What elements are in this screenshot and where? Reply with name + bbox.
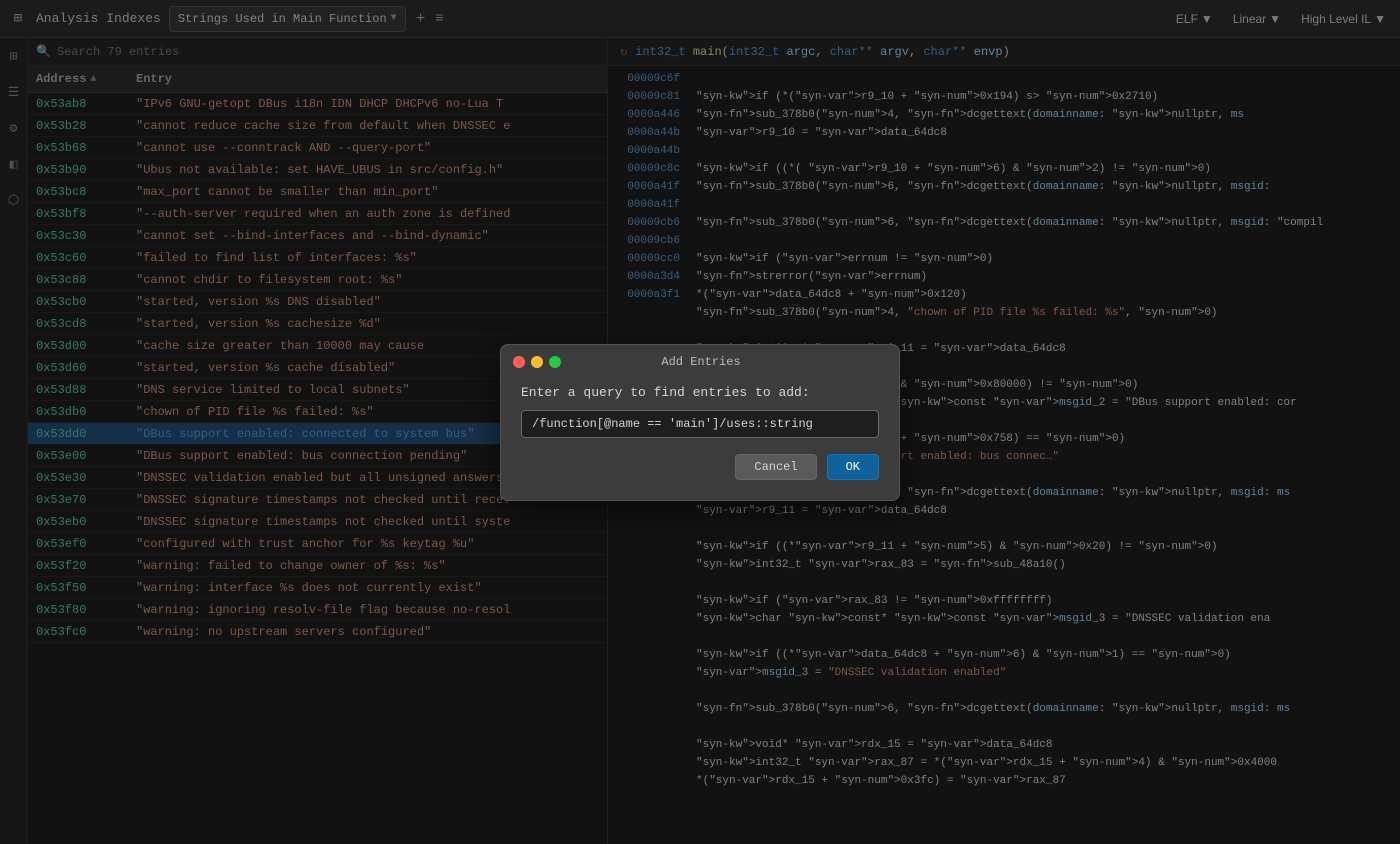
dialog-body: Enter a query to find entries to add: Ca… <box>501 377 899 500</box>
dialog-query-input[interactable] <box>521 410 879 438</box>
maximize-button[interactable] <box>549 356 561 368</box>
ok-button[interactable]: OK <box>827 454 879 480</box>
close-button[interactable] <box>513 356 525 368</box>
dialog-titlebar: Add Entries <box>501 345 899 377</box>
dialog-box: Add Entries Enter a query to find entrie… <box>500 344 900 501</box>
dialog-buttons: Cancel OK <box>521 454 879 480</box>
dialog-traffic-lights <box>513 356 561 368</box>
dialog-label: Enter a query to find entries to add: <box>521 385 879 400</box>
dialog-title: Add Entries <box>569 355 833 369</box>
minimize-button[interactable] <box>531 356 543 368</box>
dialog-overlay: Add Entries Enter a query to find entrie… <box>0 0 1400 844</box>
cancel-button[interactable]: Cancel <box>735 454 816 480</box>
